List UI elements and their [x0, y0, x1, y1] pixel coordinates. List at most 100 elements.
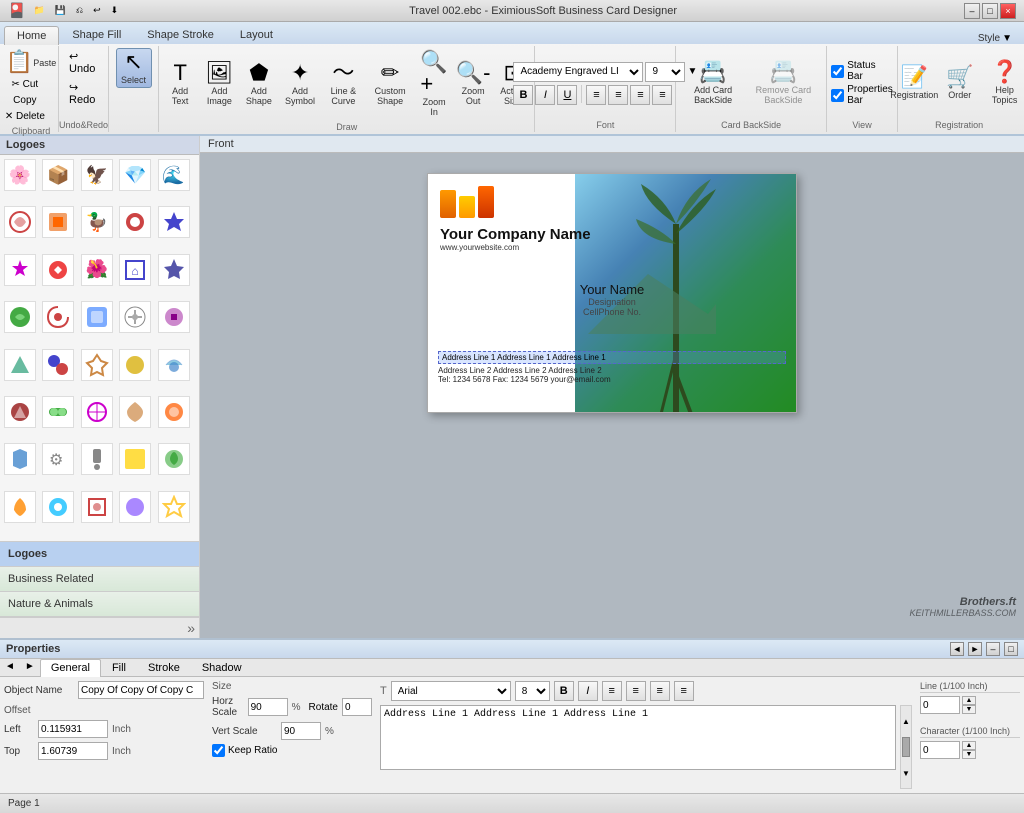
- order-button[interactable]: 🛒 Order: [942, 63, 978, 103]
- align-left-button[interactable]: ≡: [586, 85, 606, 105]
- vert-scale-input[interactable]: [281, 722, 321, 740]
- address-line1[interactable]: Address Line 1 Address Line 1 Address Li…: [438, 351, 786, 364]
- tab-shape-fill[interactable]: Shape Fill: [59, 25, 134, 44]
- line-curve-button[interactable]: 〜 Line & Curve: [323, 59, 364, 109]
- minimize-button[interactable]: –: [964, 3, 980, 19]
- add-text-button[interactable]: T Add Text: [162, 59, 198, 109]
- line-down-btn[interactable]: ▼: [962, 705, 976, 714]
- underline-button[interactable]: U: [557, 85, 577, 105]
- text-scrollbar[interactable]: ▲ ▼: [900, 705, 912, 789]
- canvas-container[interactable]: Your Company Name www.yourwebsite.com Yo…: [200, 153, 1024, 638]
- left-offset-input[interactable]: [38, 720, 108, 738]
- props-font-size-select[interactable]: 8: [515, 681, 550, 701]
- list-item[interactable]: 🌸: [4, 159, 36, 191]
- tab-general[interactable]: General: [40, 659, 101, 677]
- list-item[interactable]: [4, 349, 36, 381]
- list-item[interactable]: [42, 349, 74, 381]
- properties-bar-checkbox[interactable]: [831, 89, 844, 102]
- list-item[interactable]: [81, 443, 113, 475]
- list-item[interactable]: 🦆: [81, 206, 113, 238]
- undo-button[interactable]: ↩ Undo: [65, 48, 102, 77]
- list-item[interactable]: [119, 301, 151, 333]
- tab-layout[interactable]: Layout: [227, 25, 286, 44]
- list-item[interactable]: [158, 301, 190, 333]
- justify-button[interactable]: ≡: [652, 85, 672, 105]
- select-button[interactable]: ↖ Select: [116, 48, 152, 88]
- object-name-input[interactable]: [78, 681, 204, 699]
- rotate-input[interactable]: [342, 698, 372, 716]
- keep-ratio-checkbox[interactable]: [212, 744, 225, 757]
- list-item[interactable]: [119, 491, 151, 523]
- list-item[interactable]: 🌊: [158, 159, 190, 191]
- list-item[interactable]: [81, 396, 113, 428]
- add-image-button[interactable]: 🖼 Add Image: [201, 59, 237, 109]
- props-text-area[interactable]: Address Line 1 Address Line 1 Address Li…: [380, 705, 896, 770]
- char-down-btn[interactable]: ▼: [962, 750, 976, 759]
- list-item[interactable]: [158, 349, 190, 381]
- sidebar-expand-icon[interactable]: »: [187, 620, 195, 636]
- list-item[interactable]: 🦅: [81, 159, 113, 191]
- list-item[interactable]: [42, 396, 74, 428]
- italic-button[interactable]: I: [535, 85, 555, 105]
- add-symbol-button[interactable]: ✦ Add Symbol: [280, 59, 319, 109]
- business-card[interactable]: Your Company Name www.yourwebsite.com Yo…: [427, 173, 797, 413]
- add-shape-button[interactable]: ⬟ Add Shape: [240, 59, 277, 109]
- list-item[interactable]: [158, 396, 190, 428]
- list-item[interactable]: [42, 301, 74, 333]
- tab-stroke[interactable]: Stroke: [137, 659, 191, 676]
- registration-button[interactable]: 📝 Registration: [890, 63, 939, 103]
- copy-button[interactable]: Copy: [1, 93, 49, 108]
- props-maximize-btn[interactable]: □: [1004, 642, 1018, 656]
- tab-home[interactable]: Home: [4, 26, 59, 45]
- close-button[interactable]: ×: [1000, 3, 1016, 19]
- style-dropdown-icon[interactable]: ▼: [1002, 33, 1012, 44]
- props-italic-btn[interactable]: I: [578, 681, 598, 701]
- list-item[interactable]: [119, 443, 151, 475]
- props-align-left-btn[interactable]: ≡: [602, 681, 622, 701]
- top-offset-input[interactable]: [38, 742, 108, 760]
- tab-fill[interactable]: Fill: [101, 659, 137, 676]
- tab-shape-stroke[interactable]: Shape Stroke: [134, 25, 227, 44]
- list-item[interactable]: ⚙: [42, 443, 74, 475]
- list-item[interactable]: [42, 491, 74, 523]
- tab-shadow[interactable]: Shadow: [191, 659, 253, 676]
- list-item[interactable]: [158, 443, 190, 475]
- sidebar-item-business-related[interactable]: Business Related: [0, 567, 199, 592]
- list-item[interactable]: [4, 396, 36, 428]
- line-up-btn[interactable]: ▲: [962, 696, 976, 705]
- help-button[interactable]: ❓ Help Topics: [981, 58, 1024, 108]
- cut-button[interactable]: ✂ Cut: [1, 77, 49, 92]
- list-item[interactable]: [158, 254, 190, 286]
- list-item[interactable]: [119, 349, 151, 381]
- props-minimize-btn[interactable]: –: [986, 642, 1000, 656]
- list-item[interactable]: [119, 206, 151, 238]
- list-item[interactable]: [4, 491, 36, 523]
- list-item[interactable]: 🌺: [81, 254, 113, 286]
- list-item[interactable]: [4, 443, 36, 475]
- add-card-backside-button[interactable]: 📇 Add Card BackSide: [682, 58, 744, 108]
- status-bar-checkbox[interactable]: [831, 65, 844, 78]
- zoom-in-button[interactable]: 🔍+ Zoom In: [416, 48, 452, 120]
- list-item[interactable]: [81, 349, 113, 381]
- char-spacing-input[interactable]: [920, 741, 960, 759]
- list-item[interactable]: [81, 491, 113, 523]
- zoom-out-button[interactable]: 🔍- Zoom Out: [455, 59, 491, 109]
- list-item[interactable]: [4, 254, 36, 286]
- align-right-button[interactable]: ≡: [630, 85, 650, 105]
- props-nav-prev[interactable]: ◄: [950, 642, 964, 656]
- props-align-justify-btn[interactable]: ≡: [674, 681, 694, 701]
- list-item[interactable]: [4, 301, 36, 333]
- list-item[interactable]: 📦: [42, 159, 74, 191]
- props-prev-btn[interactable]: ◄: [0, 659, 20, 676]
- list-item[interactable]: [158, 491, 190, 523]
- font-family-select[interactable]: Academy Engraved LI: [513, 62, 643, 82]
- horz-scale-input[interactable]: [248, 698, 288, 716]
- maximize-button[interactable]: □: [982, 3, 998, 19]
- props-nav-next[interactable]: ►: [968, 642, 982, 656]
- sidebar-item-nature-animals[interactable]: Nature & Animals: [0, 592, 199, 617]
- delete-button[interactable]: ✕ Delete: [1, 109, 49, 124]
- props-align-right-btn[interactable]: ≡: [650, 681, 670, 701]
- list-item[interactable]: ⌂: [119, 254, 151, 286]
- list-item[interactable]: [81, 301, 113, 333]
- line-spacing-input[interactable]: [920, 696, 960, 714]
